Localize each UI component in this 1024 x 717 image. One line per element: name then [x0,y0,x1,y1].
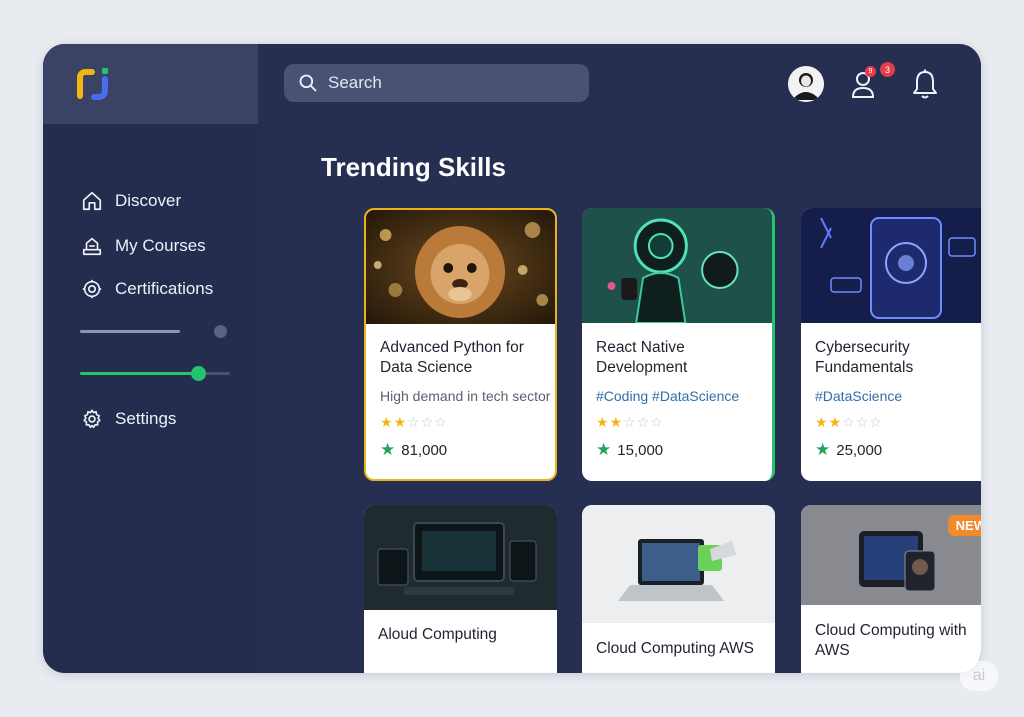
card-tags[interactable]: #DataScience [815,388,981,404]
star-empty-icon: ☆ [434,414,447,430]
search-icon [299,74,317,92]
card-tags[interactable]: #Coding #DataScience [596,388,764,404]
card-body: Aloud Computing [378,625,549,645]
course-card[interactable]: React Native Development #Coding #DataSc… [582,208,775,481]
course-card[interactable]: Aloud Computing [364,505,557,673]
sidebar-item-label: Settings [115,409,177,428]
count-value: 81,000 [401,441,448,459]
slider-knob[interactable] [191,366,206,381]
count-value: 15,000 [617,441,664,459]
logo-area [43,44,258,124]
star-empty-icon: ☆ [869,414,882,430]
card-body: Cloud Computing with AWS [815,621,981,661]
new-badge: NEW [947,515,981,536]
sidebar-item-discover[interactable]: Discover [81,186,181,216]
rating-stars: ★ ★ ☆ ☆ ☆ [815,414,981,430]
star-filled-icon: ★ [828,414,842,430]
green-star-icon: ★ [380,440,396,459]
star-empty-icon: ☆ [623,414,636,430]
main-content: 9 3 Trending Skills [258,44,981,673]
card-title: React Native Development [596,339,688,376]
star-empty-icon: ☆ [855,414,869,430]
star-empty-icon: ☆ [636,414,650,430]
learner-count: ★ 15,000 [596,440,764,460]
card-body: React Native Development #Coding #DataSc… [596,338,764,460]
sidebar-item-label: Discover [115,191,182,210]
course-card[interactable]: NEW Cloud Computing with AWS [801,505,981,673]
user-avatar-icon [788,66,824,102]
sidebar-item-label: My Courses [115,236,206,255]
star-empty-icon: ☆ [407,414,420,430]
count-value: 25,000 [836,441,883,459]
star-filled-icon: ★ [393,414,407,430]
search-input[interactable] [328,73,558,93]
sidebar-slider-2[interactable] [80,363,230,383]
green-star-icon: ★ [815,440,831,459]
card-body: Advanced Python for Data Science High de… [380,338,551,460]
star-filled-icon: ★ [596,414,609,430]
bell-icon [913,69,937,99]
rating-stars: ★ ★ ☆ ☆ ☆ [380,414,547,430]
card-title: Aloud Computing [378,626,497,643]
friends-button[interactable]: 9 3 [851,62,895,100]
star-filled-icon: ★ [609,414,623,430]
laptop-thumbnail [582,505,775,623]
rating-stars: ★ ★ ☆ ☆ ☆ [596,414,764,430]
learner-count: ★ 25,000 [815,440,981,460]
avatar[interactable] [788,66,824,102]
card-subtitle: High demand in tech sector [380,388,551,404]
computers-thumbnail [364,505,557,610]
sidebar-slider-1[interactable] [80,321,230,341]
sidebar: Discover My Courses Certifications Setti… [43,44,258,673]
search-bar[interactable] [284,64,589,102]
sidebar-item-label: Certifications [115,279,214,298]
app-window: Discover My Courses Certifications Setti… [43,44,981,673]
sidebar-item-certifications[interactable]: Certifications [81,274,213,304]
card-title: Advanced Python for Data Science [380,339,524,376]
card-title: Cybersecurity Fundamentals [815,339,914,376]
course-card[interactable]: Cybersecurity Fundamentals #DataScience … [801,208,981,481]
ai-watermark: ai [960,661,998,691]
sidebar-item-my-courses[interactable]: My Courses [81,231,206,261]
gear-icon [83,409,101,429]
home-icon [82,191,102,211]
card-title: Cloud Computing with AWS [815,622,967,659]
certification-icon [82,279,102,299]
learner-count: ★ 81,000 [380,440,547,460]
star-empty-icon: ☆ [842,414,855,430]
slider-fill [80,372,195,375]
card-title: Cloud Computing AWS [596,640,754,657]
card-body: Cloud Computing AWS [596,639,767,659]
green-star-icon: ★ [596,440,612,459]
sidebar-item-settings[interactable]: Settings [81,404,176,434]
security-thumbnail [801,208,981,323]
course-card[interactable]: Cloud Computing AWS [582,505,775,673]
app-logo [77,68,108,100]
page-title: Trending Skills [321,152,506,182]
friends-badge-small: 9 [865,66,876,77]
slider-fill [80,330,180,333]
notifications-button[interactable] [910,68,940,100]
star-empty-icon: ☆ [650,414,663,430]
lion-thumbnail [366,210,555,324]
course-card[interactable]: Advanced Python for Data Science High de… [364,208,557,481]
courses-icon [82,237,102,256]
robot-thumbnail [582,208,772,323]
star-filled-icon: ★ [815,414,828,430]
star-empty-icon: ☆ [420,414,434,430]
star-filled-icon: ★ [380,414,393,430]
card-body: Cybersecurity Fundamentals #DataScience … [815,338,981,460]
slider-knob[interactable] [214,325,227,338]
friends-badge: 3 [880,62,895,77]
